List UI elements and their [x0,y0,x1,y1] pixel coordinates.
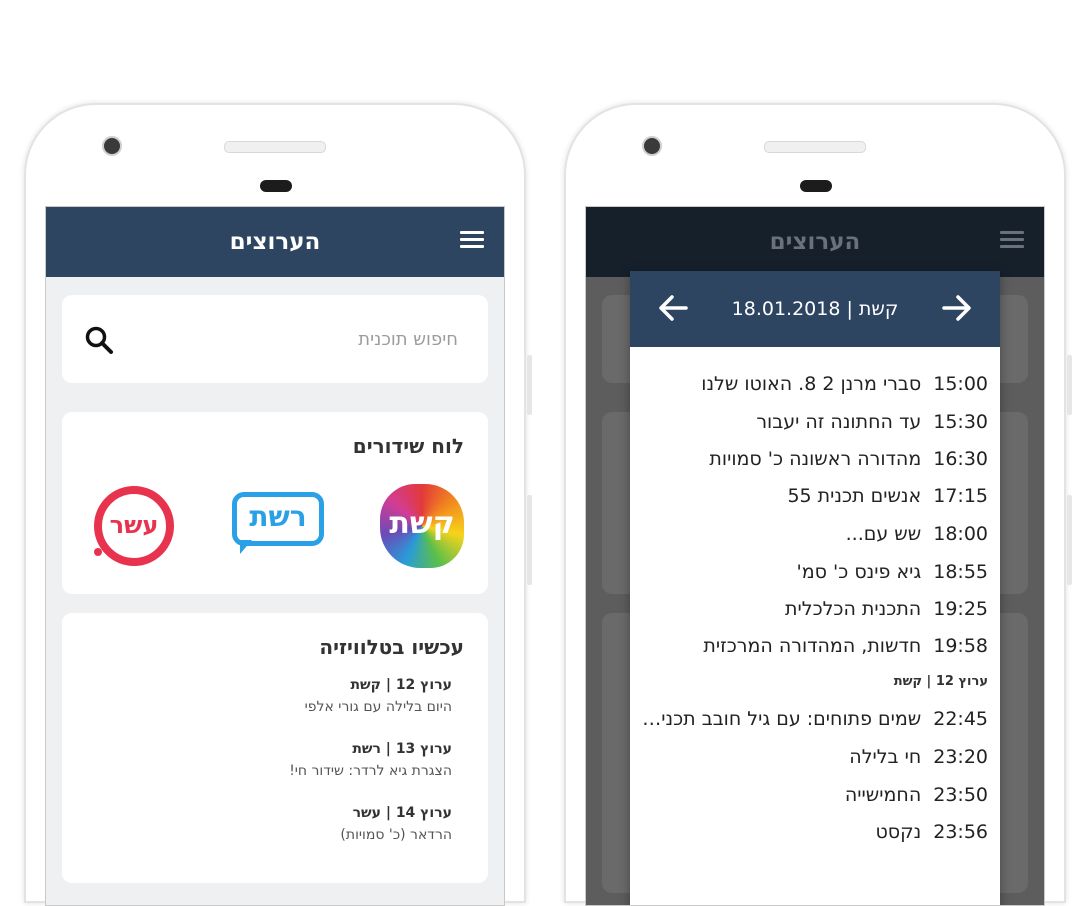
proximity-sensor [800,180,832,192]
program-name: גיא פינס כ' סמ' [796,561,922,583]
schedule-card: לוח שידורים קשת רשת עשר [62,412,488,594]
phone-frame-left: הערוצים חיפוש תוכנית לוח שידורים קשת רשת… [24,103,532,906]
program-row[interactable]: 15:00 סברי מרנן 2 8. האוטו שלנו [642,373,988,395]
program-time: 23:50 [933,784,988,806]
channel-subheader: ערוץ 12 | קשת [893,674,988,689]
volume-button [527,355,532,415]
program-name: נקסט [875,821,922,843]
power-button [527,495,532,585]
program-time: 18:55 [933,561,988,583]
now-item-show: היום בלילה עם גורי אלפי [304,699,452,715]
program-time: 23:20 [933,746,988,768]
now-item-channel: ערוץ 13 | רשת [352,741,452,757]
now-item-show: הצגרת גיא לרדר: שידור חי! [289,763,452,779]
power-button [1067,495,1072,585]
program-time: 19:58 [933,635,988,657]
program-name: מהדורה ראשונה כ' סמויות [709,448,922,470]
app-title: הערוצים [769,229,861,255]
eser-logo-text: עשר [109,511,159,539]
search-input[interactable]: חיפוש תוכנית [358,329,458,350]
app-screen-right: הערוצים קשת | 18.01.2018 15:00 סברי מרנן … [585,206,1045,906]
front-camera [102,136,122,156]
now-item[interactable]: ערוץ 13 | רשת הצגרת גיא לרדר: שידור חי! [289,741,452,779]
program-name: עד החתונה זה יעבור [756,411,922,433]
now-item-channel: ערוץ 12 | קשת [350,677,452,693]
program-row[interactable]: 16:30 מהדורה ראשונה כ' סמויות [642,448,988,470]
program-row[interactable]: 23:50 החמישייה [642,784,988,806]
program-name: שש עם... [845,523,922,545]
app-bar: הערוצים [46,207,504,277]
now-item-show: הרדאר (כ' סמויות) [340,827,452,843]
program-name: חדשות, המהדורה המרכזית [703,635,922,657]
now-item[interactable]: ערוץ 12 | קשת היום בלילה עם גורי אלפי [305,677,452,715]
program-name: חי בלילה [849,746,922,768]
now-on-tv-title: עכשיו בטלוויזיה [319,635,464,659]
app-title: הערוצים [229,229,321,255]
proximity-sensor [260,180,292,192]
program-row[interactable]: 18:55 גיא פינס כ' סמ' [642,561,988,583]
earpiece-speaker [224,141,326,153]
arrow-right-icon[interactable] [940,291,974,325]
search-card[interactable]: חיפוש תוכנית [62,295,488,383]
schedule-title: לוח שידורים [352,434,464,458]
program-name: אנשים תכנית 55 [787,485,922,507]
program-name: סברי מרנן 2 8. האוטו שלנו [701,373,922,395]
program-time: 19:25 [933,598,988,620]
program-row[interactable]: 19:25 התכנית הכלכלית [642,598,988,620]
schedule-dialog: קשת | 18.01.2018 15:00 סברי מרנן 2 8. האו… [630,271,1000,905]
program-row[interactable]: 19:58 חדשות, המהדורה המרכזית [642,635,988,657]
reshet-logo[interactable]: רשת [232,492,328,562]
app-bar-dimmed: הערוצים [586,207,1044,277]
program-time: 15:00 [933,373,988,395]
program-time: 22:45 [933,708,988,730]
menu-icon [1000,231,1024,249]
keshet-logo[interactable]: קשת [380,484,464,568]
program-name: החמישייה [844,784,922,806]
program-row[interactable]: 23:56 נקסט [642,821,988,843]
program-time: 15:30 [933,411,988,433]
earpiece-speaker [764,141,866,153]
program-row[interactable]: 15:30 עד החתונה זה יעבור [642,411,988,433]
now-on-tv-card: עכשיו בטלוויזיה ערוץ 12 | קשת היום בלילה… [62,613,488,883]
program-time: 23:56 [933,821,988,843]
program-time: 18:00 [933,523,988,545]
program-time: 16:30 [933,448,988,470]
reshet-logo-text: רשת [249,500,307,533]
front-camera [642,136,662,156]
now-item[interactable]: ערוץ 14 | עשר הרדאר (כ' סמויות) [340,805,452,843]
keshet-logo-text: קשת [389,506,455,541]
search-icon[interactable] [84,325,114,355]
app-screen-left: הערוצים חיפוש תוכנית לוח שידורים קשת רשת… [45,206,505,906]
program-name: התכנית הכלכלית [785,598,922,620]
program-row[interactable]: 22:45 שמים פתוחים: עם גיל חובב תכנית הביש… [642,708,988,730]
program-row[interactable]: 17:15 אנשים תכנית 55 [642,485,988,507]
program-row[interactable]: 23:20 חי בלילה [642,746,988,768]
now-item-channel: ערוץ 14 | עשר [352,805,452,821]
phone-frame-right: הערוצים קשת | 18.01.2018 15:00 סברי מרנן … [564,103,1072,906]
menu-icon[interactable] [460,231,484,249]
eser-logo[interactable]: עשר [94,486,174,566]
volume-button [1067,355,1072,415]
program-time: 17:15 [933,485,988,507]
dialog-title: קשת | 18.01.2018 [731,298,899,320]
program-name: שמים פתוחים: עם גיל חובב תכנית הבישול [642,708,922,730]
dialog-header: קשת | 18.01.2018 [630,271,1000,347]
program-row[interactable]: 18:00 שש עם... [642,523,988,545]
arrow-left-icon[interactable] [656,291,690,325]
